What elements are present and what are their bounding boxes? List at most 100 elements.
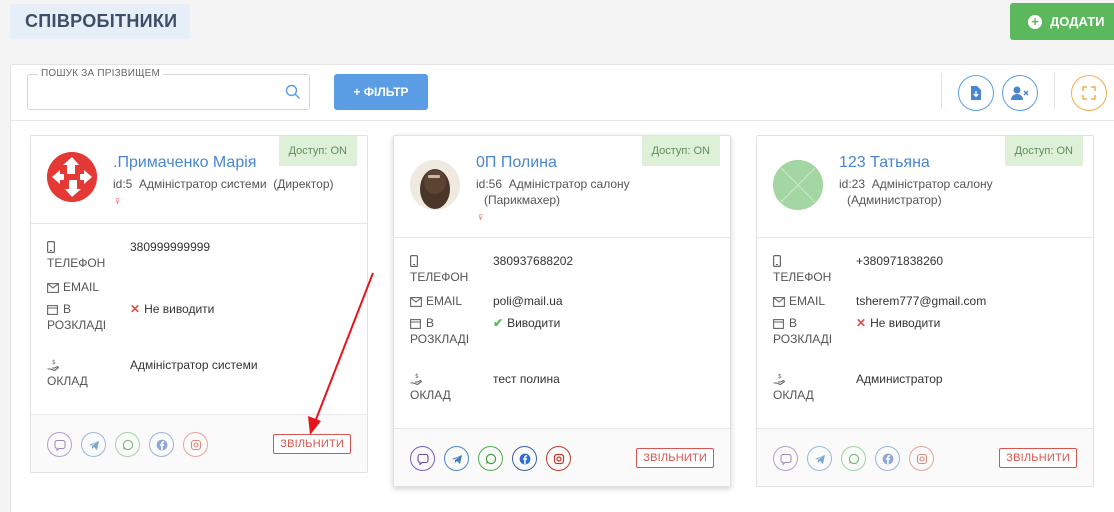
phone-icon bbox=[47, 241, 57, 254]
calendar-icon bbox=[410, 317, 421, 329]
card-body: ТЕЛЕФОН 380937688202 EMAIL poli@mail.ua … bbox=[394, 238, 730, 428]
employee-role-sub: (Директор) bbox=[273, 177, 334, 191]
export-button[interactable] bbox=[958, 75, 994, 111]
cross-icon: ✕ bbox=[130, 302, 141, 316]
viber-icon[interactable] bbox=[773, 446, 798, 471]
search-input[interactable] bbox=[34, 83, 274, 103]
employee-role: Адміністратор салону bbox=[508, 177, 630, 191]
search-box[interactable]: ПОШУК ЗА ПРІЗВИЩЕМ bbox=[27, 68, 310, 110]
employee-card: Доступ: ON 0П Полина id:56 Адміністратор… bbox=[393, 135, 731, 487]
employee-meta: id:56 Адміністратор салону (Парикмахер) bbox=[476, 176, 716, 208]
phone-icon bbox=[410, 255, 420, 268]
employee-meta: id:23 Адміністратор салону (Администрато… bbox=[839, 176, 1079, 208]
salary-label: ОКЛАД bbox=[773, 388, 814, 402]
phone-value: +380971838260 bbox=[856, 254, 944, 268]
fire-button[interactable]: ЗВІЛЬНИТИ bbox=[636, 448, 714, 468]
facebook-icon[interactable] bbox=[149, 432, 174, 457]
add-employee-button[interactable]: + ДОДАТИ bbox=[1010, 3, 1114, 40]
svg-text:$: $ bbox=[415, 373, 419, 380]
fullscreen-button[interactable] bbox=[1071, 75, 1107, 111]
toolbar-divider bbox=[941, 73, 942, 109]
schedule-value: ✕ Не виводити bbox=[856, 315, 940, 371]
access-badge: Доступ: ON bbox=[278, 136, 357, 166]
phone-value: 380999999999 bbox=[130, 240, 211, 254]
gender-female-icon: ♀ bbox=[113, 194, 122, 208]
card-body: ТЕЛЕФОН +380971838260 EMAIL tsherem777@g… bbox=[757, 238, 1093, 428]
instagram-icon[interactable] bbox=[546, 446, 571, 471]
social-links bbox=[410, 446, 571, 471]
email-row: EMAIL tsherem777@gmail.com bbox=[773, 293, 1077, 315]
fullscreen-icon bbox=[1082, 86, 1096, 100]
employee-name-link[interactable]: 0П Полина bbox=[476, 154, 557, 172]
plus-icon: + bbox=[1028, 14, 1042, 29]
avatar-placeholder-icon bbox=[773, 160, 823, 210]
fire-button[interactable]: ЗВІЛЬНИТИ bbox=[273, 434, 351, 454]
svg-text:$: $ bbox=[52, 359, 56, 366]
cross-icon: ✕ bbox=[856, 316, 867, 330]
instagram-icon[interactable] bbox=[909, 446, 934, 471]
gender-female-icon: ♀ bbox=[476, 210, 485, 224]
fired-users-button[interactable] bbox=[1002, 75, 1038, 111]
social-links bbox=[773, 446, 934, 471]
schedule-text: Виводити bbox=[507, 316, 561, 330]
phone-row: ТЕЛЕФОН 380999999999 bbox=[47, 239, 351, 277]
page-title: СПІВРОБІТНИКИ bbox=[10, 4, 190, 39]
envelope-icon bbox=[47, 281, 59, 293]
employee-name-link[interactable]: .Примаченко Марія bbox=[113, 154, 256, 172]
telegram-icon[interactable] bbox=[81, 432, 106, 457]
salary-hand-icon: $ bbox=[410, 373, 423, 386]
employee-meta: id:5 Адміністратор системи (Директор) bbox=[113, 176, 353, 192]
employee-name-link[interactable]: 123 Татьяна bbox=[839, 154, 930, 172]
card-footer: ЗВІЛЬНИТИ bbox=[31, 414, 367, 472]
whatsapp-icon[interactable] bbox=[478, 446, 503, 471]
avatar bbox=[47, 152, 97, 202]
telegram-icon[interactable] bbox=[807, 446, 832, 471]
envelope-icon bbox=[773, 295, 785, 307]
facebook-icon[interactable] bbox=[875, 446, 900, 471]
salary-value: тест полина bbox=[493, 372, 560, 386]
instagram-icon[interactable] bbox=[183, 432, 208, 457]
card-header: Доступ: ON 0П Полина id:56 Адміністратор… bbox=[394, 136, 730, 238]
viber-icon[interactable] bbox=[47, 432, 72, 457]
search-icon[interactable] bbox=[285, 84, 301, 100]
viber-icon[interactable] bbox=[410, 446, 435, 471]
email-label: EMAIL bbox=[63, 280, 100, 294]
employee-role: Адміністратор системи bbox=[139, 177, 267, 191]
social-links bbox=[47, 432, 208, 457]
access-badge: Доступ: ON bbox=[1004, 136, 1083, 166]
phone-row: ТЕЛЕФОН 380937688202 bbox=[410, 253, 714, 291]
salary-label: ОКЛАД bbox=[47, 374, 88, 388]
check-icon: ✔ bbox=[493, 316, 504, 330]
calendar-icon bbox=[47, 303, 58, 315]
phone-icon bbox=[773, 255, 783, 268]
avatar-photo bbox=[410, 160, 460, 210]
card-footer: ЗВІЛЬНИТИ bbox=[757, 428, 1093, 486]
toolbar-divider bbox=[1054, 73, 1055, 109]
schedule-value: ✔ Виводити bbox=[493, 315, 560, 371]
card-footer: ЗВІЛЬНИТИ bbox=[394, 428, 730, 486]
employee-id: id:5 bbox=[113, 177, 133, 191]
avatar bbox=[410, 160, 460, 210]
salary-row: $ ОКЛАД Адміністратор системи bbox=[47, 357, 351, 397]
schedule-row: В РОЗКЛАДІ ✕ Не виводити bbox=[47, 301, 351, 357]
fire-button[interactable]: ЗВІЛЬНИТИ bbox=[999, 448, 1077, 468]
employee-role-sub: (Администратор) bbox=[847, 193, 942, 207]
phone-value: 380937688202 bbox=[493, 254, 574, 268]
toolbar: ПОШУК ЗА ПРІЗВИЩЕМ + ФІЛЬТР bbox=[11, 65, 1114, 121]
email-value: poli@mail.ua bbox=[493, 294, 563, 308]
email-label: EMAIL bbox=[426, 294, 463, 308]
telegram-icon[interactable] bbox=[444, 446, 469, 471]
whatsapp-icon[interactable] bbox=[841, 446, 866, 471]
facebook-icon[interactable] bbox=[512, 446, 537, 471]
employee-card: Доступ: ON .Примаченко Марія id:5 Адміні… bbox=[30, 135, 368, 473]
schedule-value: ✕ Не виводити bbox=[130, 301, 214, 357]
filter-button[interactable]: + ФІЛЬТР bbox=[334, 74, 428, 110]
svg-text:$: $ bbox=[778, 373, 782, 380]
whatsapp-icon[interactable] bbox=[115, 432, 140, 457]
employee-role-sub: (Парикмахер) bbox=[484, 193, 561, 207]
schedule-row: В РОЗКЛАДІ ✔ Виводити bbox=[410, 315, 714, 371]
schedule-text: Не виводити bbox=[144, 302, 215, 316]
email-label: EMAIL bbox=[789, 294, 826, 308]
employee-id: id:56 bbox=[476, 177, 503, 191]
add-button-label: ДОДАТИ bbox=[1050, 14, 1105, 29]
